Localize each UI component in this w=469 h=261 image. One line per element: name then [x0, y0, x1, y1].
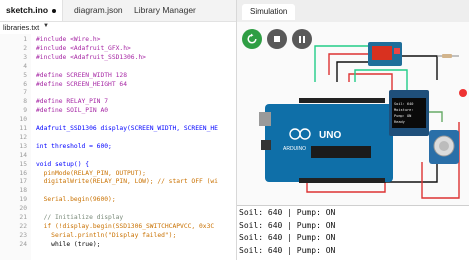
arduino-uno-board[interactable]: UNO ARDUINO — [259, 98, 393, 183]
line-number: 20 — [19, 205, 27, 213]
tab-sketch-ino[interactable]: sketch.ino — [0, 0, 64, 21]
chevron-down-icon[interactable]: ▼ — [43, 23, 49, 29]
line-number: 4 — [23, 62, 27, 70]
line-number: 1 — [23, 36, 27, 43]
tab-label: sketch.ino — [6, 5, 49, 15]
wire-black-2 — [397, 55, 438, 80]
line-number: 3 — [23, 53, 27, 61]
serial-line: Soil: 640 | Pump: ON — [239, 208, 336, 217]
line-number: 17 — [19, 178, 27, 186]
editor-tab-bar: sketch.ino diagram.json Library Manager — [0, 0, 236, 22]
oled-line: Ready — [394, 120, 406, 124]
code-line: #include <Adafruit_GFX.h> — [36, 44, 131, 52]
oled-line: Soil: 640 — [394, 102, 413, 106]
wire-green — [314, 45, 376, 82]
tab-diagram-json[interactable]: diagram.json — [68, 0, 129, 21]
tab-simulation[interactable]: Simulation — [242, 4, 296, 20]
line-number: 11 — [19, 125, 27, 132]
tab-libraries-txt[interactable]: libraries.txt — [3, 22, 39, 33]
simulation-canvas[interactable]: UNO ARDUINO Soil: 640 Moisture: Pump: ON… — [237, 22, 469, 205]
uno-label: UNO — [319, 130, 341, 141]
line-number: 6 — [23, 80, 27, 88]
line-number: 10 — [19, 116, 27, 124]
code-line: #include <Adafruit_SSD1306.h> — [36, 53, 146, 61]
code-area[interactable]: 1 #include <Wire.h> 2 #include <Adafruit_GF… — [0, 34, 236, 260]
code-line: pinMode(RELAY_PIN, OUTPUT); — [36, 169, 146, 177]
relay-module[interactable] — [368, 42, 402, 66]
line-number: 21 — [19, 214, 27, 221]
libraries-tab-bar: libraries.txt ▼ — [0, 22, 236, 33]
code-line: if (!display.begin(SSD1306_SWITCHCAPVCC,… — [36, 222, 215, 230]
line-number: 15 — [19, 160, 27, 168]
resistor — [437, 54, 459, 58]
oled-display[interactable]: Soil: 640 Moisture: Pump: ON Ready — [389, 90, 429, 136]
code-line: void setup() { — [36, 160, 90, 168]
tab-label: diagram.json — [74, 5, 123, 15]
code-line: #define RELAY_PIN 7 — [36, 98, 109, 106]
code-line: int threshold = 600; — [36, 142, 112, 150]
serial-line: Soil: 640 | Pump: ON — [239, 233, 336, 242]
code-line: #define SOIL_PIN A0 — [36, 107, 109, 115]
code-line: Adafruit_SSD1306 display(SCREEN_WIDTH, S… — [36, 125, 218, 132]
circuit-diagram: UNO ARDUINO Soil: 640 Moisture: Pump: ON… — [259, 42, 467, 199]
restart-icon — [247, 33, 257, 44]
simulation-pane: Simulation UNO ARDUINO Soil: 640 Moistur… — [236, 0, 469, 261]
oled-line: Pump: ON — [394, 114, 411, 118]
code-line: #define SCREEN_HEIGHT 64 — [36, 80, 127, 88]
code-line: Serial.begin(9600); — [36, 196, 116, 204]
line-number: 5 — [23, 71, 27, 79]
stop-icon — [274, 36, 280, 42]
code-line: Serial.println("Display failed"); — [36, 231, 177, 239]
line-number: 12 — [19, 133, 27, 141]
tab-label: Library Manager — [134, 5, 196, 15]
tab-library-manager[interactable]: Library Manager — [128, 0, 202, 21]
pause-icon — [299, 35, 305, 43]
pause-simulation-button[interactable] — [292, 29, 312, 49]
led-indicator[interactable] — [459, 89, 467, 97]
serial-monitor[interactable]: Soil: 640 | Pump: ON Soil: 640 | Pump: ON… — [237, 205, 469, 261]
code-line: digitalWrite(RELAY_PIN, LOW); // start O… — [36, 178, 218, 186]
line-number: 16 — [19, 169, 27, 177]
restart-simulation-button[interactable] — [242, 29, 262, 49]
line-number: 13 — [19, 142, 27, 150]
line-number: 7 — [23, 89, 27, 97]
soil-moisture-sensor[interactable] — [429, 130, 459, 164]
line-number: 8 — [23, 98, 27, 106]
code-line: #define SCREEN_WIDTH 128 — [36, 71, 127, 79]
code-line: while (true); — [36, 240, 101, 248]
code-line: // Initialize display — [36, 214, 124, 221]
stop-simulation-button[interactable] — [267, 29, 287, 49]
unsaved-dot-icon — [52, 8, 57, 13]
line-number: 24 — [19, 240, 27, 248]
serial-line: Soil: 640 | Pump: ON — [239, 220, 336, 230]
line-number: 14 — [19, 151, 27, 159]
line-number: 18 — [19, 187, 27, 195]
wire-red — [328, 53, 371, 75]
line-number: 22 — [19, 222, 27, 230]
code-editor-pane: sketch.ino diagram.json Library Manager … — [0, 0, 236, 260]
line-number: 9 — [23, 107, 27, 115]
arduino-label: ARDUINO — [283, 146, 306, 152]
serial-line: Soil: 640 | Pump: ON — [239, 245, 336, 255]
code-line: #include <Wire.h> — [36, 36, 101, 43]
line-number: 23 — [19, 231, 27, 239]
line-number: 2 — [23, 44, 27, 52]
simulation-tab-bar: Simulation — [237, 0, 469, 22]
oled-line: Moisture: — [394, 108, 413, 112]
line-number: 19 — [19, 196, 27, 204]
